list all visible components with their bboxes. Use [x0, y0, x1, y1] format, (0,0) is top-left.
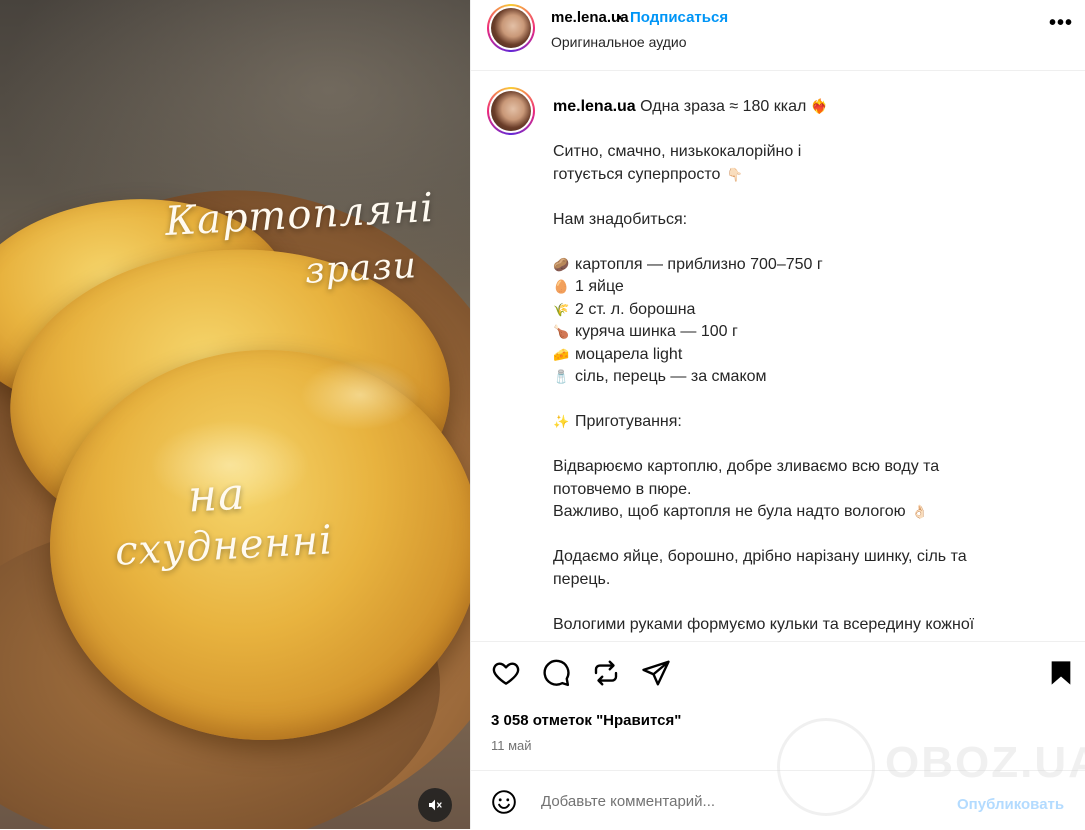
caption-line: 🍗 куряча шинка — 100 г	[553, 321, 1073, 344]
caption-emoji-icon: 🥔	[553, 256, 570, 272]
caption-line: 🥚 1 яйце	[553, 276, 1073, 299]
caption-line-text: Додаємо яйце, борошно, дрібно нарізану ш…	[553, 548, 967, 565]
caption-line-text: Відварюємо картоплю, добре зливаємо всю …	[553, 458, 940, 475]
caption-line: перець.	[553, 569, 1073, 592]
comment-input[interactable]	[541, 793, 941, 810]
caption-line-text: Ситно, смачно, низькокалорійно і	[553, 143, 802, 160]
repost-icon[interactable]	[591, 658, 621, 688]
post-media[interactable]: Картопляні зрази на схудненні	[0, 0, 470, 829]
heart-fire-icon: ❤️‍🔥	[810, 98, 829, 114]
caption-avatar[interactable]	[487, 87, 535, 135]
caption-text: me.lena.ua Одна зраза ≈ 180 ккал ❤️‍🔥 Си…	[553, 95, 1073, 636]
post-panel: me.lena.ua • Подписаться Оригинальное ау…	[470, 0, 1085, 829]
caption-line: Додаємо яйце, борошно, дрібно нарізану ш…	[553, 546, 1073, 569]
avatar[interactable]	[487, 4, 535, 52]
follow-button[interactable]: Подписаться	[630, 9, 728, 26]
caption-line: готується суперпросто 👇🏻	[553, 164, 1073, 187]
caption-emoji-icon: 🥚	[553, 279, 570, 294]
caption-emoji-icon: 👌🏻	[911, 504, 928, 519]
comment-bar: Опубликовать	[471, 770, 1085, 830]
more-options-icon[interactable]: •••	[1049, 12, 1073, 35]
likes-count[interactable]: 3 058 отметок "Нравится"	[491, 712, 681, 729]
overlay-title-line2: зрази	[304, 245, 418, 292]
overlay-subtitle-line1: на	[186, 468, 247, 523]
caption-emoji-icon: 👇🏻	[726, 166, 743, 182]
caption-line-text: Нам знадобиться:	[553, 210, 688, 228]
caption-line: 🌾 2 ст. л. борошна	[553, 299, 1073, 322]
caption-line: ✨ Приготування:	[553, 411, 1073, 434]
caption-line: 🧀 моцарела light	[553, 344, 1073, 367]
post-comment-button[interactable]: Опубликовать	[957, 796, 1064, 813]
bookmark-icon[interactable]	[1047, 658, 1075, 688]
caption-line-text: Важливо, щоб картопля не була надто воло…	[553, 503, 906, 520]
caption-headline: Одна зраза ≈ 180 ккал	[640, 98, 807, 115]
header-separator: •	[617, 9, 622, 25]
post-header: me.lena.ua • Подписаться Оригинальное ау…	[471, 0, 1085, 71]
caption-emoji-icon: 🍗	[553, 324, 570, 339]
caption-line: Важливо, щоб картопля не була надто воло…	[553, 501, 1073, 524]
caption-emoji-icon: 🧂	[553, 369, 570, 384]
post-date[interactable]: 11 май	[491, 738, 532, 753]
caption-line-text: 1 яйце	[575, 278, 624, 295]
caption-line-text: куряча шинка — 100 г	[575, 323, 738, 340]
caption-emoji-icon: ✨	[553, 414, 570, 429]
mute-button[interactable]	[418, 788, 452, 822]
caption-area: me.lena.ua Одна зраза ≈ 180 ккал ❤️‍🔥 Си…	[471, 71, 1085, 641]
caption-line-text: потовчемо в пюре.	[553, 480, 692, 498]
caption-line: Відварюємо картоплю, добре зливаємо всю …	[553, 456, 1073, 479]
original-audio-link[interactable]: Оригинальное аудио	[551, 34, 687, 50]
caption-username[interactable]: me.lena.ua	[553, 98, 636, 115]
caption-line-text: готується суперпросто	[553, 165, 721, 183]
caption-line: 🧂 сіль, перець — за смаком	[553, 366, 1073, 389]
caption-line-text: 2 ст. л. борошна	[575, 300, 696, 318]
caption-emoji-icon: 🌾	[553, 301, 570, 317]
send-icon[interactable]	[641, 658, 671, 688]
patty-highlight	[300, 360, 420, 430]
caption-line-text: сіль, перець — за смаком	[575, 368, 767, 385]
caption-line-text: картопля — приблизно 700–750 г	[575, 255, 823, 273]
caption-line: Ситно, смачно, низькокалорійно і	[553, 141, 1073, 164]
caption-line-text: перець.	[553, 570, 611, 588]
emoji-icon[interactable]	[491, 789, 517, 815]
speaker-muted-icon	[429, 799, 442, 811]
caption-line-text: Вологими руками формуємо кульки та всере…	[553, 615, 975, 633]
caption-line-text: Приготування:	[575, 413, 682, 430]
caption-line: Вологими руками формуємо кульки та всере…	[553, 614, 1073, 637]
heart-icon[interactable]	[491, 658, 521, 688]
caption-line: 🥔 картопля — приблизно 700–750 г	[553, 254, 1073, 277]
caption-line: потовчемо в пюре.	[553, 479, 1073, 502]
caption-emoji-icon: 🧀	[553, 346, 570, 362]
caption-line: Нам знадобиться:	[553, 209, 1073, 232]
comment-icon[interactable]	[541, 658, 571, 688]
caption-first-line: me.lena.ua Одна зраза ≈ 180 ккал ❤️‍🔥	[553, 95, 1073, 119]
caption-line-text: моцарела light	[575, 345, 683, 363]
